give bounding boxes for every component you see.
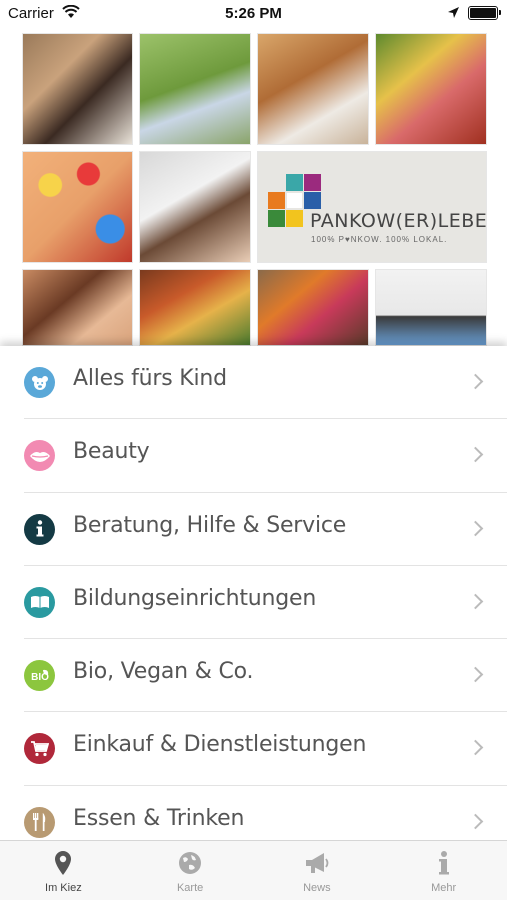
chevron-right-icon <box>467 593 484 610</box>
tab-label: News <box>303 882 331 894</box>
chevron-right-icon <box>467 666 484 683</box>
location-pin-icon <box>55 851 72 875</box>
book-icon <box>24 586 55 618</box>
chevron-right-icon <box>467 813 484 830</box>
photo-massage <box>22 269 133 346</box>
category-list: Alles fürs Kind Beauty Beratung, Hilfe &… <box>0 346 507 840</box>
pankow-logo-text: PANKOW(ER)LEBEN <box>310 210 487 232</box>
photo-barista <box>22 33 133 145</box>
tab-label: Im Kiez <box>45 882 82 894</box>
category-row-bildungseinrichtungen[interactable]: Bildungseinrichtungen <box>24 566 507 640</box>
bio-icon: BIO <box>24 660 55 692</box>
photo-yoga <box>375 269 487 346</box>
tab-mehr[interactable]: Mehr <box>380 841 507 900</box>
photo-sauna-towel <box>257 33 369 145</box>
bear-icon <box>24 367 55 398</box>
category-row-beratung[interactable]: Beratung, Hilfe & Service <box>24 493 507 566</box>
photo-hair-wash <box>139 151 251 263</box>
tab-news[interactable]: News <box>254 841 381 900</box>
location-arrow-icon <box>448 7 459 18</box>
category-label: Essen & Trinken <box>73 805 245 831</box>
category-row-beauty[interactable]: Beauty <box>24 419 507 493</box>
photo-seniors-bench <box>139 33 251 145</box>
megaphone-icon <box>305 853 329 873</box>
category-label: Einkauf & Dienstleistungen <box>73 732 367 758</box>
tab-label: Karte <box>176 882 204 894</box>
clock: 5:26 PM <box>225 5 282 22</box>
chevron-right-icon <box>467 373 484 390</box>
tab-karte[interactable]: Karte <box>127 841 254 900</box>
lips-icon <box>24 440 55 472</box>
battery-icon <box>468 6 501 20</box>
photo-deli-food <box>375 33 487 145</box>
photo-kids-ball-pit <box>22 151 133 263</box>
category-row-essen-trinken[interactable]: Essen & Trinken <box>24 786 507 840</box>
pankow-logo-banner: PANKOW(ER)LEBEN 100% P♥NKOW. 100% LOKAL. <box>257 151 487 263</box>
category-label: Beratung, Hilfe & Service <box>73 512 347 538</box>
info-icon <box>24 513 55 545</box>
cart-icon <box>24 733 55 765</box>
tab-bar: Im Kiez Karte News Mehr <box>0 840 507 900</box>
chevron-right-icon <box>467 740 484 756</box>
category-row-einkauf[interactable]: Einkauf & Dienstleistungen <box>24 712 507 786</box>
category-row-alles-fuers-kind[interactable]: Alles fürs Kind <box>24 346 507 420</box>
category-label: Beauty <box>73 439 150 465</box>
status-bar: Carrier 5:26 PM <box>0 0 507 28</box>
chevron-right-icon <box>467 520 484 536</box>
chevron-right-icon <box>467 447 484 463</box>
category-row-bio-vegan[interactable]: BIO Bio, Vegan & Co. <box>24 639 507 713</box>
photo-grid: PANKOW(ER)LEBEN 100% P♥NKOW. 100% LOKAL. <box>22 33 487 346</box>
category-label: Alles fürs Kind <box>73 366 227 391</box>
category-label: Bio, Vegan & Co. <box>73 659 254 685</box>
tab-im-kiez[interactable]: Im Kiez <box>0 841 127 900</box>
photo-handbags <box>257 269 369 346</box>
cutlery-icon <box>24 806 55 838</box>
pankow-logo-tagline: 100% P♥NKOW. 100% LOKAL. <box>311 235 448 244</box>
info-icon <box>438 851 449 875</box>
photo-pizza <box>139 269 251 346</box>
tab-label: Mehr <box>431 882 457 894</box>
globe-icon <box>179 852 202 874</box>
category-label: Bildungseinrichtungen <box>73 585 317 611</box>
